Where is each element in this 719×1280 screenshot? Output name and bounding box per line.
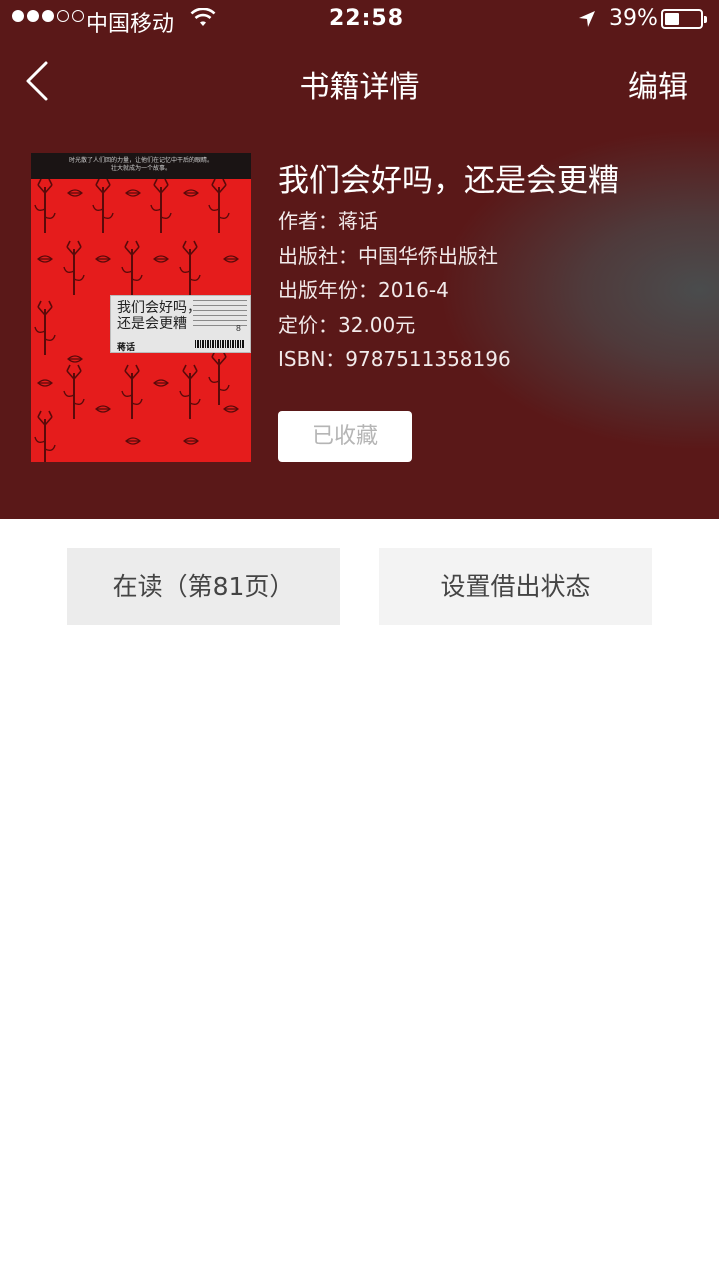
publisher-row: 出版社：中国华侨出版社 <box>278 240 498 269</box>
isbn-label: ISBN： <box>278 347 346 371</box>
publisher-value: 中国华侨出版社 <box>358 244 498 268</box>
page-title: 书籍详情 <box>299 70 420 105</box>
price-label: 定价： <box>278 313 338 337</box>
carrier-name: 中国移动 <box>86 12 175 37</box>
cover-top-band: 时光散了人们回的力量，让他们在记忆中干后的眼睛。 壮大就成为一个故事。 <box>31 153 251 179</box>
cover-author: 蒋话 <box>117 343 136 353</box>
isbn-value: 9787511358196 <box>345 347 511 371</box>
barcode-icon <box>195 340 245 348</box>
edit-button[interactable]: 编辑 <box>628 62 688 106</box>
battery-icon <box>661 9 707 29</box>
author-row: 作者：蒋话 <box>278 205 378 234</box>
reading-status-button[interactable]: 在读（第81页） <box>67 548 340 625</box>
author-value: 蒋话 <box>338 209 378 233</box>
collected-button[interactable]: 已收藏 <box>278 411 412 462</box>
publish-year-value: 2016-4 <box>378 278 449 302</box>
isbn-row: ISBN：9787511358196 <box>278 343 511 372</box>
book-title: 我们会好吗，还是会更糟 <box>278 163 619 199</box>
cover-tagline-2: 壮大就成为一个故事。 <box>110 165 171 172</box>
cover-title-line-1: 我们会好吗， <box>117 300 201 316</box>
book-header: 中国移动 22:58 39% 书籍详情 编辑 时光散了人们回的力量，让他们在记忆… <box>0 0 719 519</box>
location-arrow-icon <box>579 11 595 27</box>
publisher-label: 出版社： <box>278 244 358 268</box>
cover-number: 8 <box>235 324 241 333</box>
status-bar: 中国移动 22:58 39% <box>0 0 719 40</box>
publish-year-row: 出版年份：2016-4 <box>278 274 449 303</box>
book-cover-image: 时光散了人们回的力量，让他们在记忆中干后的眼睛。 壮大就成为一个故事。 我们会好… <box>31 153 251 462</box>
set-lend-status-button[interactable]: 设置借出状态 <box>379 548 652 625</box>
wifi-icon <box>190 8 216 26</box>
publish-year-label: 出版年份： <box>278 278 378 302</box>
signal-strength-icon <box>12 10 84 22</box>
cover-title-line-2: 还是会更糟 <box>117 316 187 332</box>
clock: 22:58 <box>329 6 405 31</box>
author-label: 作者： <box>278 209 338 233</box>
price-row: 定价：32.00元 <box>278 309 415 338</box>
cover-tagline-1: 时光散了人们回的力量，让他们在记忆中干后的眼睛。 <box>68 157 213 164</box>
price-value: 32.00元 <box>338 313 416 337</box>
cover-title-label: 我们会好吗， 还是会更糟 蒋话 8 <box>110 295 251 353</box>
battery-percent: 39% <box>609 6 658 31</box>
